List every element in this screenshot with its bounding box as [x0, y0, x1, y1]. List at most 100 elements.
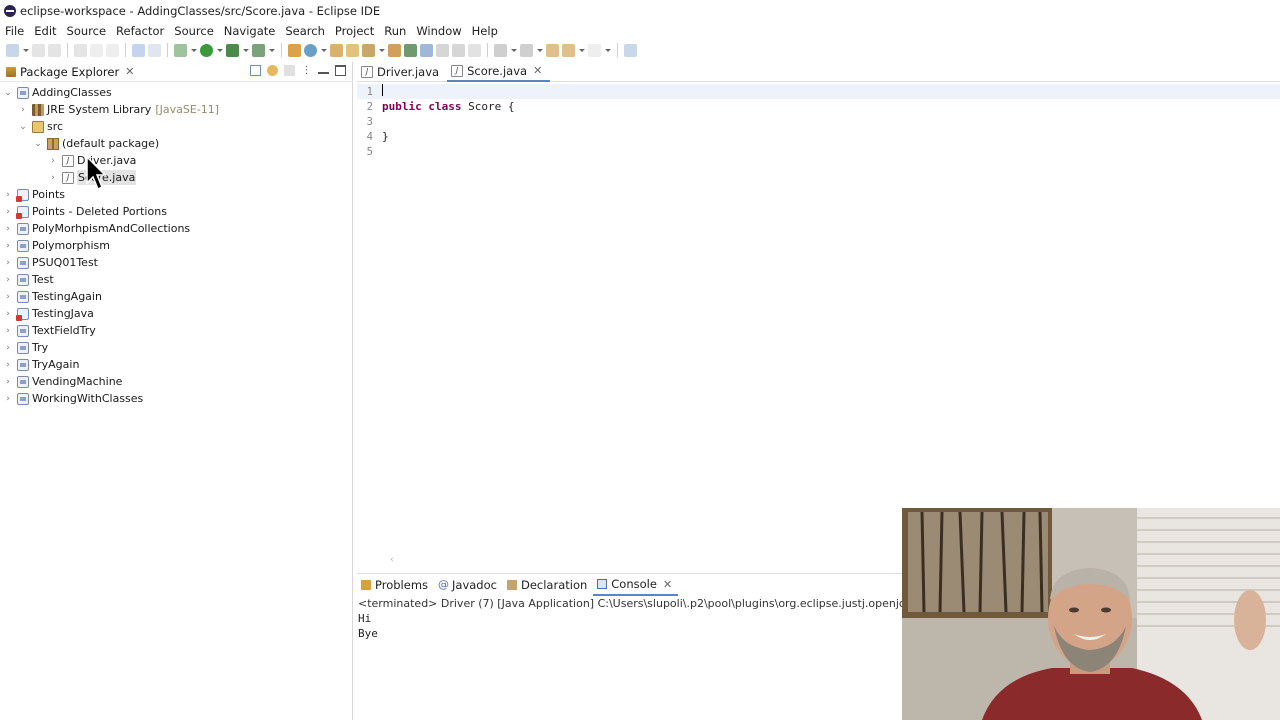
- tree-item-project[interactable]: › Try: [0, 339, 352, 356]
- menu-edit[interactable]: Edit: [34, 24, 62, 38]
- chevron-down-icon[interactable]: ⌄: [33, 139, 43, 149]
- editor-tab-score[interactable]: J Score.java ✕: [447, 62, 551, 82]
- tree-item-src[interactable]: ⌄ src: [0, 118, 352, 135]
- tree-item-driver-java[interactable]: › J Driver.java: [0, 152, 352, 169]
- chevron-right-icon[interactable]: ›: [3, 241, 13, 251]
- chevron-right-icon[interactable]: ›: [3, 360, 13, 370]
- tree-item-project[interactable]: › VendingMachine: [0, 373, 352, 390]
- tab-javadoc[interactable]: @ Javadoc: [434, 574, 503, 596]
- pilcrow-icon[interactable]: [468, 43, 481, 57]
- filter-icon[interactable]: [284, 65, 295, 76]
- redo-icon[interactable]: [106, 43, 119, 57]
- save-icon[interactable]: [32, 43, 45, 57]
- link-with-editor-icon[interactable]: [267, 65, 278, 76]
- previous-annotation-icon[interactable]: [520, 43, 533, 57]
- chevron-right-icon[interactable]: ›: [3, 292, 13, 302]
- save-all-icon[interactable]: [48, 43, 61, 57]
- chevron-right-icon[interactable]: ›: [3, 207, 13, 217]
- close-icon[interactable]: ✕: [663, 578, 672, 591]
- terminal-icon[interactable]: [132, 43, 145, 57]
- menu-file[interactable]: File: [5, 24, 30, 38]
- undo-icon[interactable]: [90, 43, 103, 57]
- chevron-right-icon[interactable]: ›: [48, 173, 58, 183]
- chevron-right-icon[interactable]: ›: [3, 394, 13, 404]
- search-dropdown-icon[interactable]: [378, 44, 385, 57]
- tree-item-project[interactable]: › Polymorphism: [0, 237, 352, 254]
- tree-item-project[interactable]: › Points - Deleted Portions: [0, 203, 352, 220]
- tree-item-default-package[interactable]: ⌄ (default package): [0, 135, 352, 152]
- menu-project[interactable]: Project: [335, 24, 380, 38]
- coverage-icon[interactable]: [226, 43, 239, 57]
- print-icon[interactable]: [74, 43, 87, 57]
- run-dropdown-icon[interactable]: [216, 44, 223, 57]
- tree-item-project[interactable]: › TestingAgain: [0, 288, 352, 305]
- toggle-mark-occurrences-icon[interactable]: [404, 43, 417, 57]
- tab-console[interactable]: Console ✕: [593, 574, 679, 596]
- tree-item-score-java[interactable]: › J Score.java: [0, 169, 352, 186]
- editor-tab-driver[interactable]: J Driver.java: [357, 62, 447, 82]
- menu-refactor[interactable]: Refactor: [116, 24, 170, 38]
- tree-item-project[interactable]: › PolyMorhpismAndCollections: [0, 220, 352, 237]
- tab-package-explorer[interactable]: Package Explorer ✕: [0, 62, 140, 82]
- tree-item-project[interactable]: › Test: [0, 271, 352, 288]
- chevron-right-icon[interactable]: ›: [3, 190, 13, 200]
- close-icon[interactable]: ✕: [533, 64, 542, 77]
- last-edit-location-icon[interactable]: [546, 43, 559, 57]
- chevron-right-icon[interactable]: ›: [3, 343, 13, 353]
- debug-dropdown-icon[interactable]: [190, 44, 197, 57]
- open-type-icon[interactable]: [330, 43, 343, 57]
- tree-item-project[interactable]: › Points: [0, 186, 352, 203]
- toggle-highlight-icon[interactable]: [420, 43, 433, 57]
- chevron-right-icon[interactable]: ›: [3, 258, 13, 268]
- collapse-all-icon[interactable]: [250, 65, 261, 76]
- tree-item-jre[interactable]: › JRE System Library [JavaSE-11]: [0, 101, 352, 118]
- scroll-left-icon[interactable]: ‹: [390, 555, 394, 565]
- chevron-right-icon[interactable]: ›: [3, 224, 13, 234]
- new-class-dropdown-icon[interactable]: [320, 44, 327, 57]
- debug-icon[interactable]: [174, 43, 187, 57]
- minimize-icon[interactable]: [318, 67, 329, 74]
- back-dropdown-icon[interactable]: [578, 44, 585, 57]
- chevron-right-icon[interactable]: ›: [18, 105, 28, 115]
- menu-help[interactable]: Help: [472, 24, 504, 38]
- back-icon[interactable]: [562, 43, 575, 57]
- skip-breakpoints-icon[interactable]: [148, 43, 161, 57]
- coverage-dropdown-icon[interactable]: [242, 44, 249, 57]
- next-annotation-dropdown-icon[interactable]: [510, 44, 517, 57]
- tree-item-project[interactable]: › PSUQ01Test: [0, 254, 352, 271]
- run-icon[interactable]: [200, 43, 213, 57]
- menu-search[interactable]: Search: [285, 24, 331, 38]
- new-class-icon[interactable]: [304, 43, 317, 57]
- external-tools-icon[interactable]: [252, 43, 265, 57]
- chevron-right-icon[interactable]: ›: [48, 156, 58, 166]
- chevron-down-icon[interactable]: ⌄: [3, 88, 13, 98]
- next-annotation-icon[interactable]: [494, 43, 507, 57]
- new-dropdown-icon[interactable]: [22, 44, 29, 57]
- chevron-right-icon[interactable]: ›: [3, 377, 13, 387]
- maximize-icon[interactable]: [335, 65, 346, 76]
- chevron-right-icon[interactable]: ›: [3, 275, 13, 285]
- menu-source-2[interactable]: Source: [174, 24, 220, 38]
- menu-run[interactable]: Run: [384, 24, 412, 38]
- tree-item-project[interactable]: › TestingJava: [0, 305, 352, 322]
- annotation-icon[interactable]: [388, 43, 401, 57]
- show-whitespace-icon[interactable]: [452, 43, 465, 57]
- chevron-right-icon[interactable]: ›: [3, 326, 13, 336]
- new-icon[interactable]: [6, 43, 19, 57]
- tree-item-project[interactable]: ⌄ AddingClasses: [0, 84, 352, 101]
- new-java-project-icon[interactable]: [288, 43, 301, 57]
- external-tools-dropdown-icon[interactable]: [268, 44, 275, 57]
- tree-item-project[interactable]: › WorkingWithClasses: [0, 390, 352, 407]
- close-icon[interactable]: ✕: [125, 65, 134, 78]
- chevron-right-icon[interactable]: ›: [3, 309, 13, 319]
- chevron-down-icon[interactable]: ⌄: [18, 122, 28, 132]
- block-selection-icon[interactable]: [436, 43, 449, 57]
- open-task-icon[interactable]: [346, 43, 359, 57]
- menu-window[interactable]: Window: [416, 24, 467, 38]
- search-icon[interactable]: [362, 43, 375, 57]
- previous-annotation-dropdown-icon[interactable]: [536, 44, 543, 57]
- code-editor[interactable]: 1 2 public class Score { 3 4 } 5: [357, 84, 1280, 159]
- menu-navigate[interactable]: Navigate: [224, 24, 282, 38]
- tab-declaration[interactable]: Declaration: [503, 574, 593, 596]
- tab-problems[interactable]: Problems: [357, 574, 434, 596]
